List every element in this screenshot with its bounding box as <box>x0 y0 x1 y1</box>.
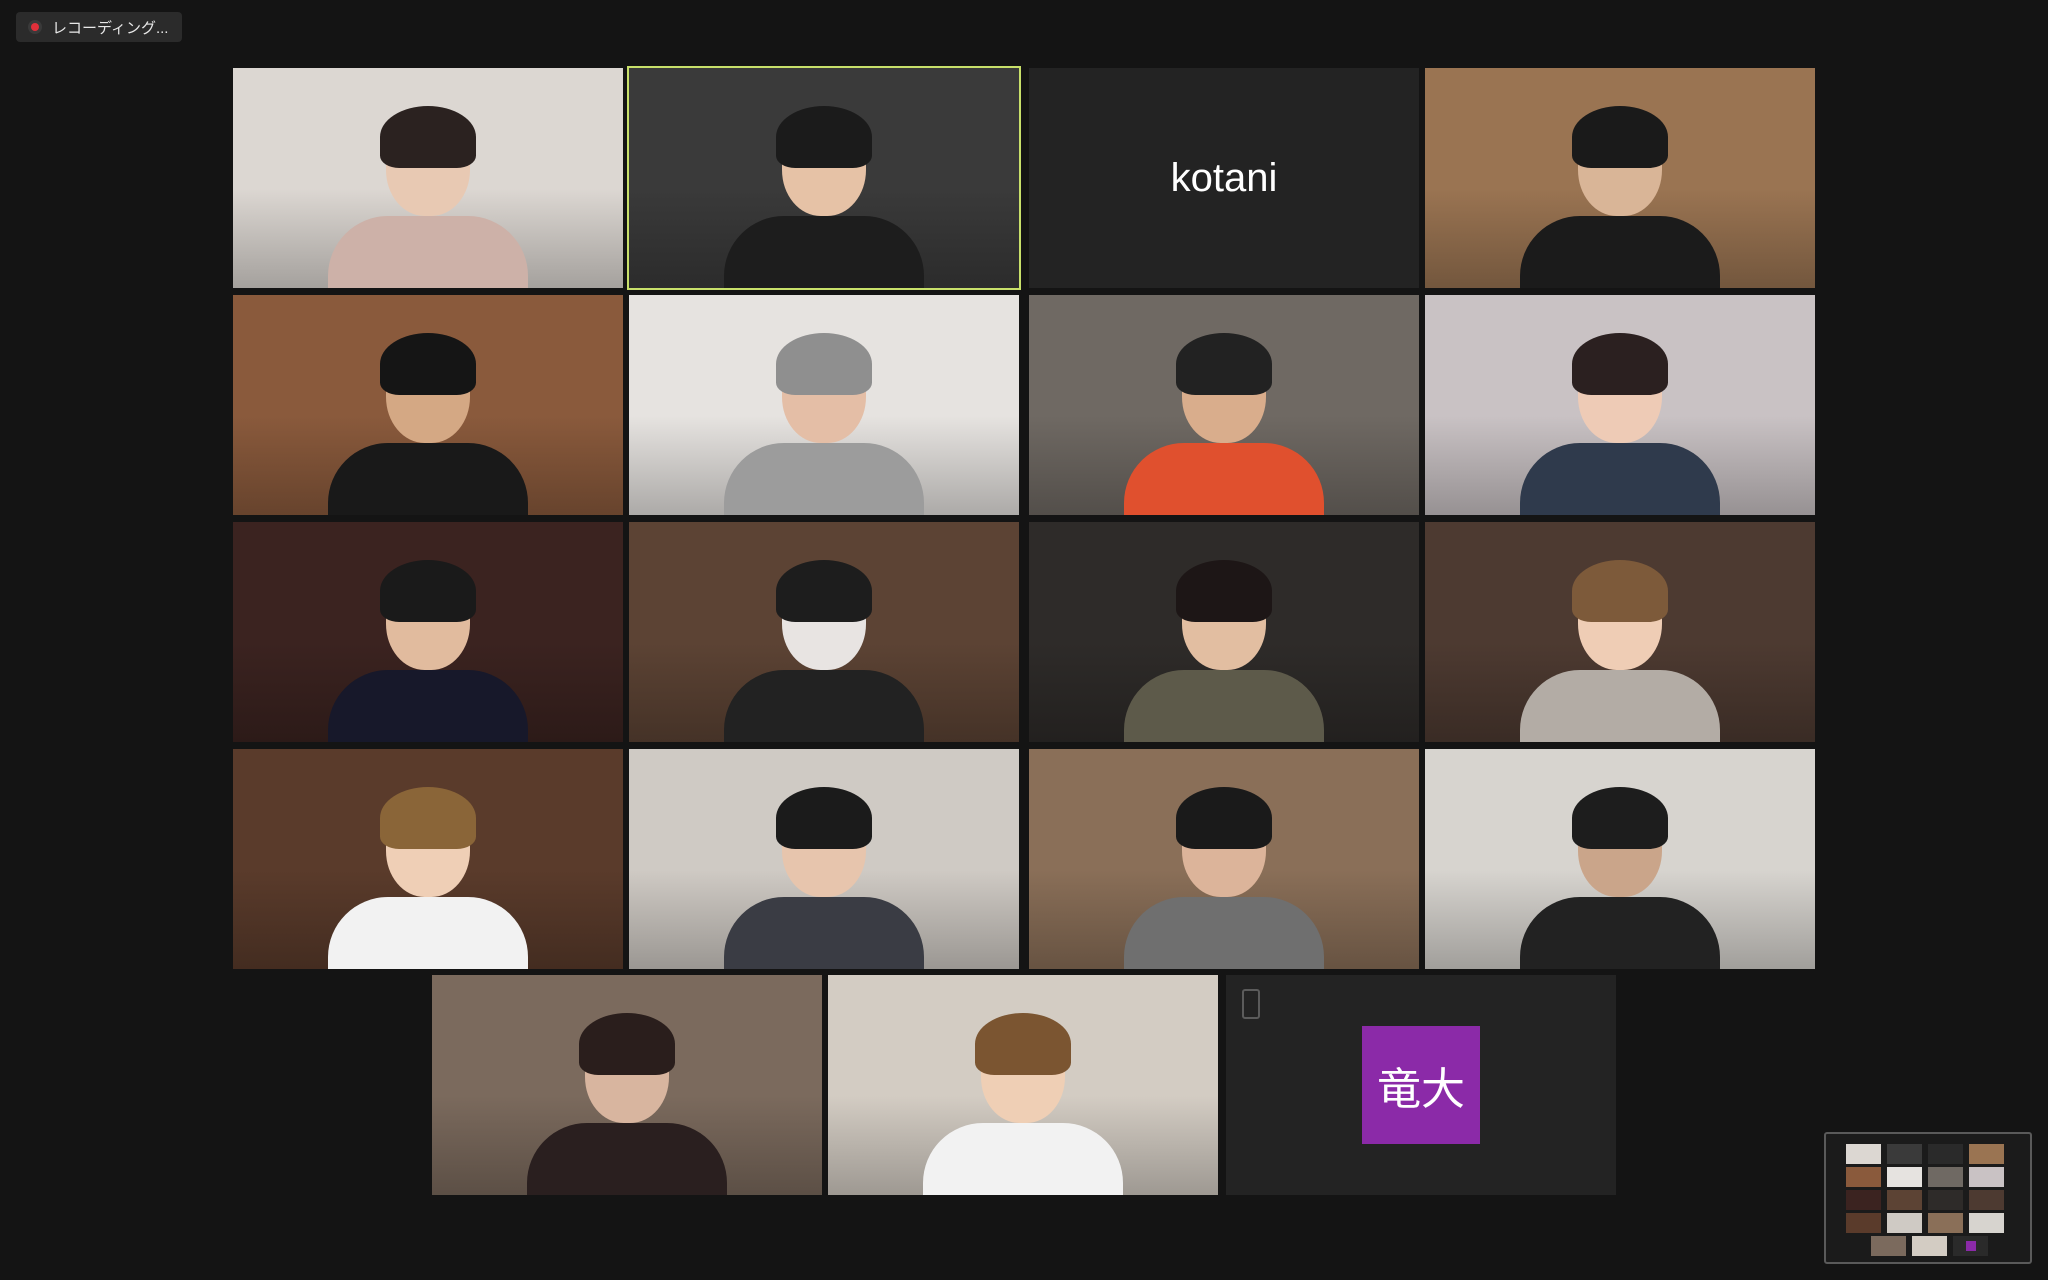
participant-figure <box>1520 779 1720 969</box>
zoom-gallery-view: レコーディング... kotani 竜大 <box>0 0 2048 1280</box>
participant-figure <box>724 779 924 969</box>
participant-tile[interactable] <box>1029 295 1419 515</box>
participant-tile[interactable] <box>629 522 1019 742</box>
thumbnail-tile <box>1871 1236 1906 1256</box>
participant-figure <box>328 325 528 515</box>
participant-figure <box>1520 552 1720 742</box>
thumbnail-tile <box>1912 1236 1947 1256</box>
participant-figure <box>328 98 528 288</box>
participant-tile[interactable]: kotani <box>1029 68 1419 288</box>
thumbnail-tile <box>1887 1167 1922 1187</box>
participant-tile[interactable] <box>828 975 1218 1195</box>
thumbnail-tile <box>1928 1167 1963 1187</box>
participant-name: kotani <box>1170 155 1278 200</box>
recording-icon <box>28 20 42 34</box>
video-feed <box>629 749 1019 969</box>
video-feed <box>1425 295 1815 515</box>
video-feed <box>828 975 1218 1195</box>
participant-figure <box>328 552 528 742</box>
participant-tile[interactable] <box>233 749 623 969</box>
participant-tile[interactable]: 竜大 <box>1226 975 1616 1195</box>
thumbnail-avatar <box>1966 1241 1976 1251</box>
video-feed <box>233 68 623 288</box>
participant-figure <box>527 1005 727 1195</box>
participant-figure <box>1520 98 1720 288</box>
participant-figure <box>923 1005 1123 1195</box>
participant-figure <box>724 325 924 515</box>
thumbnail-tile <box>1887 1213 1922 1233</box>
thumbnail-tile <box>1928 1144 1963 1164</box>
recording-indicator[interactable]: レコーディング... <box>16 12 183 42</box>
thumbnail-tile <box>1846 1190 1881 1210</box>
video-feed <box>1425 68 1815 288</box>
video-feed <box>629 522 1019 742</box>
recording-label: レコーディング... <box>52 19 169 37</box>
participant-figure <box>724 552 924 742</box>
participant-tile[interactable] <box>233 522 623 742</box>
thumbnail-tile <box>1969 1144 2004 1164</box>
participant-figure <box>1124 779 1324 969</box>
thumbnail-tile <box>1846 1144 1881 1164</box>
thumbnail-tile <box>1969 1167 2004 1187</box>
participant-figure <box>1124 552 1324 742</box>
participant-tile[interactable] <box>1425 295 1815 515</box>
thumbnail-tile <box>1969 1213 2004 1233</box>
video-feed <box>233 295 623 515</box>
thumbnail-tile <box>1887 1190 1922 1210</box>
participant-figure <box>1520 325 1720 515</box>
video-feed <box>1029 522 1419 742</box>
muted-camera-icon <box>1242 989 1260 1019</box>
thumbnail-tile <box>1846 1167 1881 1187</box>
video-feed <box>1425 749 1815 969</box>
participant-tile[interactable] <box>233 295 623 515</box>
participant-tile[interactable] <box>233 68 623 288</box>
video-feed <box>629 68 1019 288</box>
video-feed <box>233 749 623 969</box>
participant-tile[interactable] <box>1029 749 1419 969</box>
video-feed <box>233 522 623 742</box>
participant-figure <box>328 779 528 969</box>
video-feed <box>1029 749 1419 969</box>
participant-tile-active-speaker[interactable] <box>627 66 1021 290</box>
video-feed <box>1029 295 1419 515</box>
thumbnail-tile <box>1928 1190 1963 1210</box>
thumbnail-tile <box>1887 1144 1922 1164</box>
participant-figure <box>724 98 924 288</box>
video-feed <box>1425 522 1815 742</box>
video-feed <box>629 295 1019 515</box>
participant-avatar: 竜大 <box>1362 1026 1480 1144</box>
thumbnail-tile <box>1928 1213 1963 1233</box>
participant-tile[interactable] <box>1425 522 1815 742</box>
participant-tile[interactable] <box>629 295 1019 515</box>
thumbnail-tile <box>1969 1190 2004 1210</box>
thumbnail-tile <box>1846 1213 1881 1233</box>
participant-tile[interactable] <box>1425 68 1815 288</box>
thumbnail-tile <box>1953 1236 1988 1256</box>
participant-tile[interactable] <box>432 975 822 1195</box>
gallery-thumbnail-preview[interactable] <box>1824 1132 2032 1264</box>
video-feed <box>432 975 822 1195</box>
participant-tile[interactable] <box>1425 749 1815 969</box>
participant-tile[interactable] <box>629 749 1019 969</box>
participant-tile[interactable] <box>1029 522 1419 742</box>
participant-figure <box>1124 325 1324 515</box>
